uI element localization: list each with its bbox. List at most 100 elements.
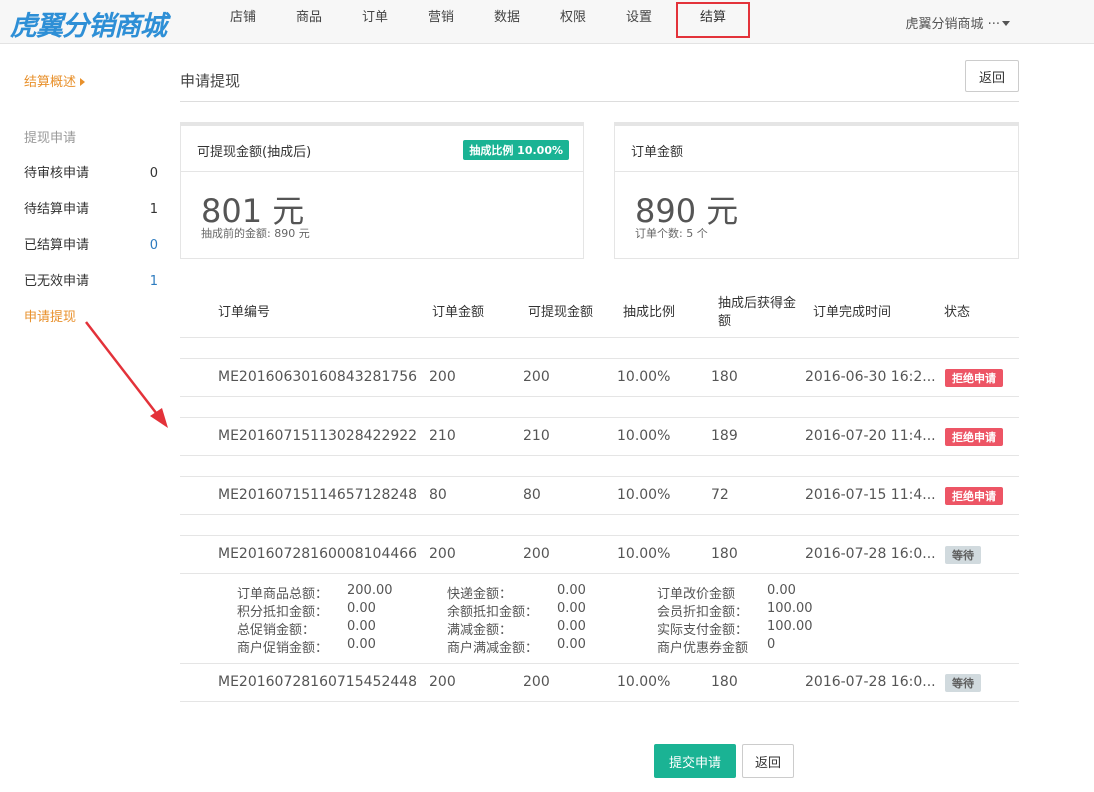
status-badge: 拒绝申请 [945,487,1003,505]
card-header: 订单金额 [615,126,1018,172]
cell-order-id: ME20160630160843281756 [218,369,418,385]
detail-label: 满减金额： [447,623,513,638]
table-row[interactable]: ME20160630160843281756 200 200 10.00% 18… [180,359,1019,397]
cell-time: 2016-07-28 16:0... [805,674,936,690]
cell-withdrawable: 200 [523,674,550,690]
detail-label: 余额抵扣金额： [447,605,539,620]
detail-value: 0.00 [347,637,376,652]
cell-net: 180 [711,546,738,562]
th-time: 订单完成时间 [813,305,892,320]
main-content: 申请提现 返回 可提现金额(抽成后) 抽成比例 10.00% 801 元 抽成前… [180,58,1019,702]
detail-value: 0.00 [557,637,586,652]
nav-item-orders[interactable]: 订单 [342,0,408,44]
row-spacer [180,515,1019,536]
table-row[interactable]: ME20160715114657128248 80 80 10.00% 72 2… [180,477,1019,515]
nav-item-store[interactable]: 店铺 [210,0,276,44]
cell-net: 180 [711,369,738,385]
detail-label: 实际支付金额： [657,623,749,638]
caret-right-icon [80,78,86,86]
card-title: 订单金额 [631,145,684,160]
detail-value: 0.00 [347,619,376,634]
back-button[interactable]: 返回 [742,744,794,778]
sidebar-item-overview[interactable]: 结算概述 [24,66,164,100]
cell-withdrawable: 200 [523,369,550,385]
detail-value: 0.00 [557,601,586,616]
status-badge: 等待 [945,674,981,692]
top-bar: 虎翼分销商城 店铺 商品 订单 营销 数据 权限 设置 结算 虎翼分销商城 ··… [0,0,1094,44]
status-badge: 等待 [945,546,981,564]
th-net-line2: 额 [718,314,732,329]
user-menu[interactable]: 虎翼分销商城 ··· [905,13,1010,32]
cell-amount: 200 [429,674,456,690]
sidebar-item-pending-settle[interactable]: 待结算申请 1 [24,192,158,228]
sidebar-item-pending-review[interactable]: 待审核申请 0 [24,156,158,192]
cell-net: 72 [711,487,729,503]
th-withdrawable: 可提现金额 [528,305,594,320]
sidebar-item-label: 待结算申请 [24,202,90,217]
cell-amount: 210 [429,428,456,444]
table-header: 订单编号 订单金额 可提现金额 抽成比例 抽成后获得金 额 订单完成时间 状态 [180,280,1019,338]
sidebar-item-count: 0 [149,166,158,181]
detail-label: 会员折扣金额： [657,605,749,620]
brand-logo[interactable]: 虎翼分销商城 [10,4,167,43]
th-status: 状态 [944,305,971,320]
table-row[interactable]: ME20160728160715452448 200 200 10.00% 18… [180,664,1019,702]
annotation-arrow-icon [85,321,168,428]
detail-value: 0 [767,637,776,652]
cell-net: 189 [711,428,738,444]
card-title: 可提现金额(抽成后) [197,145,312,160]
sidebar: 结算概述 提现申请 待审核申请 0 待结算申请 1 已结算申请 0 已无效申请 … [24,66,164,336]
th-order-amount: 订单金额 [432,305,485,320]
detail-label: 订单改价金额 [657,587,736,602]
detail-value: 0.00 [557,619,586,634]
status-badge: 拒绝申请 [945,369,1003,387]
nav-item-permissions[interactable]: 权限 [540,0,606,44]
cell-rate: 10.00% [617,428,671,444]
detail-value: 0.00 [347,601,376,616]
sidebar-item-label: 待审核申请 [24,166,90,181]
sidebar-item-count: 1 [149,274,158,289]
cell-rate: 10.00% [617,487,671,503]
nav-item-marketing[interactable]: 营销 [408,0,474,44]
detail-label: 积分抵扣金额： [237,605,329,620]
nav-item-products[interactable]: 商品 [276,0,342,44]
cell-time: 2016-07-20 11:4... [805,428,936,444]
order-amount-card: 订单金额 890 元 订单个数: 5 个 [614,122,1019,259]
sidebar-item-invalid[interactable]: 已无效申请 1 [24,264,158,300]
cell-withdrawable: 210 [523,428,550,444]
th-rate: 抽成比例 [623,305,676,320]
detail-value: 100.00 [767,619,813,634]
detail-label: 总促销金额： [237,623,316,638]
cell-net: 180 [711,674,738,690]
detail-value: 100.00 [767,601,813,616]
sidebar-item-settled[interactable]: 已结算申请 0 [24,228,158,264]
cell-order-id: ME20160728160715452448 [218,674,418,690]
page-title: 申请提现 [180,72,241,90]
nav-item-data[interactable]: 数据 [474,0,540,44]
detail-label: 快递金额： [447,587,513,602]
cell-amount: 200 [429,369,456,385]
summary-cards: 可提现金额(抽成后) 抽成比例 10.00% 801 元 抽成前的金额: 890… [180,122,1019,259]
sidebar-overview-label: 结算概述 [24,75,77,90]
nav-item-settlement[interactable]: 结算 [676,2,750,38]
sidebar-item-label: 已结算申请 [24,238,90,253]
order-detail-panel: 订单商品总额： 200.00 快递金额： 0.00 订单改价金额 0.00 积分… [180,574,1019,664]
cell-withdrawable: 200 [523,546,550,562]
cell-time: 2016-07-28 16:0... [805,546,936,562]
detail-label: 商户满减金额： [447,641,539,656]
table-row[interactable]: ME20160715113028422922 210 210 10.00% 18… [180,418,1019,456]
status-badge: 拒绝申请 [945,428,1003,446]
row-spacer [180,397,1019,418]
submit-application-button[interactable]: 提交申请 [654,744,736,778]
back-button-top[interactable]: 返回 [965,60,1019,92]
sidebar-item-count: 0 [149,238,158,253]
cell-rate: 10.00% [617,369,671,385]
sidebar-item-count: 1 [149,202,158,217]
nav-item-settings[interactable]: 设置 [606,0,672,44]
card-header: 可提现金额(抽成后) 抽成比例 10.00% [181,126,583,172]
detail-value: 0.00 [557,583,586,598]
caret-down-icon [1002,21,1010,26]
user-menu-label: 虎翼分销商城 ··· [905,17,1000,32]
table-row[interactable]: ME20160728160008104466 200 200 10.00% 18… [180,536,1019,574]
order-amount-sub: 订单个数: 5 个 [635,227,708,240]
